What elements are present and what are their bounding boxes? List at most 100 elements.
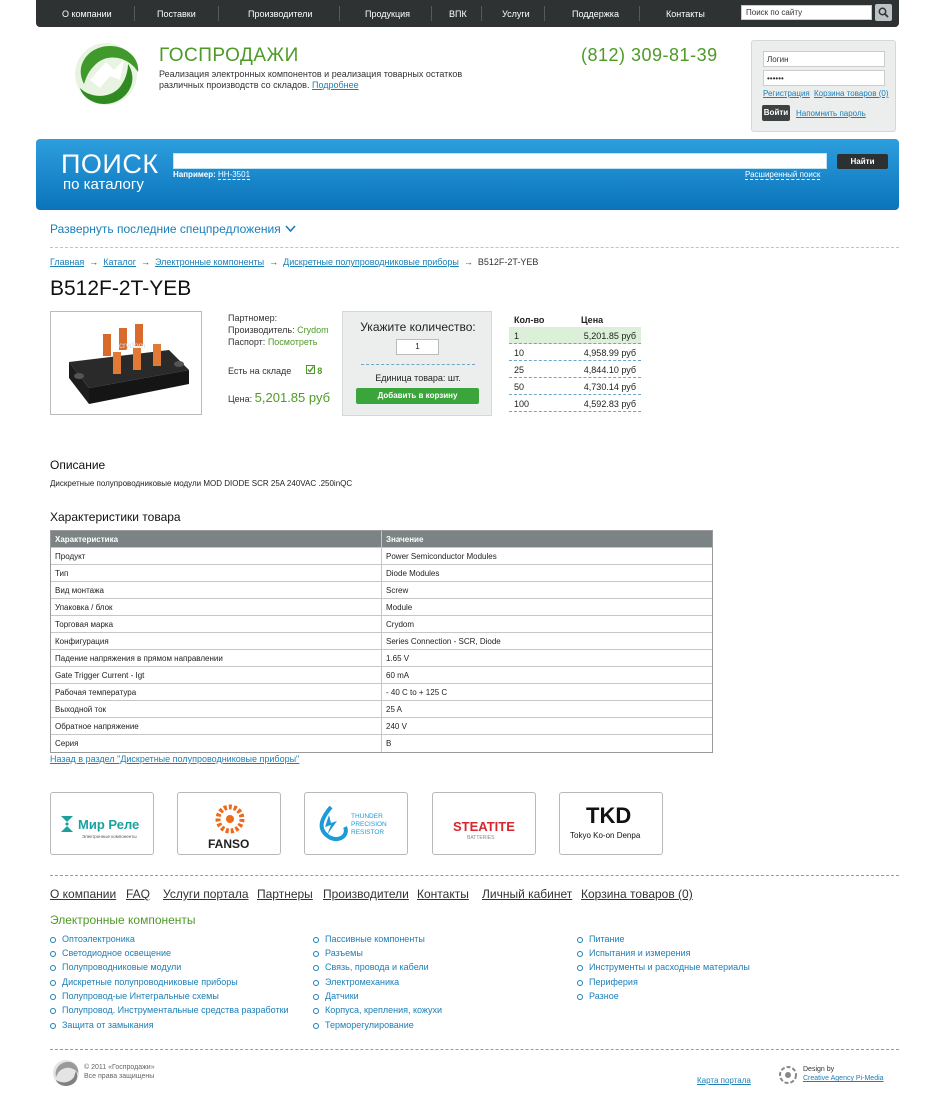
brand-tile-steatite[interactable]: STEATITE BATTERIES	[432, 792, 536, 855]
spec-name: Вид монтажа	[55, 586, 104, 595]
footer-nav-cart[interactable]: Корзина товаров (0)	[581, 887, 693, 901]
forgot-password-link[interactable]: Напомнить пароль	[796, 109, 866, 118]
add-to-cart-button[interactable]: Добавить в корзину	[356, 388, 479, 404]
tier-price: 5,201.85 руб	[583, 331, 636, 341]
site-search-input[interactable]: Поиск по сайту	[741, 5, 872, 20]
footer-link[interactable]: Полупроводниковые модули	[50, 962, 181, 972]
breadcrumb-discrete[interactable]: Дискретные полупроводниковые приборы	[283, 257, 459, 267]
specs-table: Характеристика Значение Продукт Power Semi…	[50, 530, 713, 753]
passport-link[interactable]: Посмотреть	[268, 337, 318, 347]
footer-link[interactable]: Терморегулирование	[313, 1020, 414, 1030]
brand-tile-thunder[interactable]: THUNDER PRECISION RESISTOR	[304, 792, 408, 855]
example-value-link[interactable]: НН-3501	[218, 170, 251, 180]
nav-manufacturers[interactable]: Производители	[248, 9, 312, 19]
price-tier-table: Кол-во Цена 1 5,201.85 руб 10 4,958.99 руб…	[509, 312, 641, 412]
sitemap-link[interactable]: Карта портала	[697, 1076, 751, 1085]
login-input[interactable]	[763, 51, 885, 67]
register-link[interactable]: Регистрация	[763, 89, 810, 98]
design-agency-link[interactable]: Creative Agency Pi-Media	[803, 1075, 884, 1082]
quantity-input[interactable]: 1	[396, 339, 439, 355]
spec-name: Конфигурация	[55, 637, 109, 646]
copyright-line2: Все права защищены	[84, 1073, 155, 1080]
price-tier-row[interactable]: 25 4,844.10 руб	[509, 361, 641, 378]
tier-price: 4,730.14 руб	[583, 382, 636, 392]
nav-services[interactable]: Услуги	[502, 9, 530, 19]
footer-nav-about[interactable]: О компании	[50, 887, 116, 901]
catalog-search-panel: ПОИСК по каталогу Найти Например: НН-350…	[36, 139, 899, 210]
table-row: Gate Trigger Current - Igt 60 mA	[51, 667, 712, 684]
site-search-button[interactable]	[875, 4, 892, 21]
back-to-section-link[interactable]: Назад в раздел "Дискретные полупроводник…	[50, 754, 299, 764]
footer-nav-account[interactable]: Личный кабинет	[482, 887, 572, 901]
footer-link[interactable]: Полупровод. Инструментальные средства ра…	[50, 1005, 289, 1015]
advanced-search-link[interactable]: Расширенный поиск	[745, 170, 821, 180]
footer-link[interactable]: Датчики	[313, 991, 359, 1001]
product-title: B512F-2T-YEB	[50, 277, 192, 300]
price-tier-row[interactable]: 50 4,730.14 руб	[509, 378, 641, 395]
breadcrumb-home[interactable]: Главная	[50, 257, 84, 267]
catalog-search-input[interactable]	[173, 153, 827, 169]
footer-nav-services[interactable]: Услуги портала	[163, 887, 249, 901]
more-link[interactable]: Подробнее	[312, 80, 359, 90]
footer-logo-icon	[53, 1060, 79, 1086]
thunder-line1: THUNDER	[351, 813, 383, 820]
cart-link[interactable]: Корзина товаров (0)	[814, 89, 888, 98]
nav-supplies[interactable]: Поставки	[157, 9, 196, 19]
price-tier-row[interactable]: 10 4,958.99 руб	[509, 344, 641, 361]
footer-link[interactable]: Периферия	[577, 977, 638, 987]
footer-link[interactable]: Корпуса, крепления, кожухи	[313, 1005, 442, 1015]
spec-name: Упаковка / блок	[55, 603, 113, 612]
footer-link[interactable]: Питание	[577, 934, 625, 944]
phone-number: (812) 309-81-39	[581, 45, 718, 65]
nav-divider	[481, 6, 482, 21]
spec-value: 25 A	[386, 705, 403, 714]
footer-nav-manufacturers[interactable]: Производители	[323, 887, 409, 901]
spec-name: Тип	[55, 569, 69, 578]
footer-nav-faq[interactable]: FAQ	[126, 887, 150, 901]
copyright-line1: © 2011 «Госпродажи»	[84, 1064, 155, 1071]
footer-link[interactable]: Испытания и измерения	[577, 948, 690, 958]
arrow-right-icon: →	[89, 257, 99, 267]
nav-contacts[interactable]: Контакты	[666, 9, 705, 19]
footer-link[interactable]: Пассивные компоненты	[313, 934, 425, 944]
design-credit-label: Design by	[803, 1066, 835, 1073]
footer-link[interactable]: Оптоэлектроника	[50, 934, 135, 944]
footer-link[interactable]: Светодиодное освещение	[50, 948, 171, 958]
manufacturer-link[interactable]: Crydom	[297, 325, 329, 335]
price-tier-row[interactable]: 1 5,201.85 руб	[509, 327, 641, 344]
footer-link[interactable]: Электромеханика	[313, 977, 399, 987]
breadcrumb-current: B512F-2T-YEB	[477, 257, 539, 267]
breadcrumb-electronic[interactable]: Электронные компоненты	[155, 257, 264, 267]
price-tier-row[interactable]: 100 4,592.83 руб	[509, 395, 641, 412]
catalog-search-button[interactable]: Найти	[837, 154, 888, 169]
nav-vpk[interactable]: ВПК	[449, 9, 467, 19]
brand-tile-mir-rele[interactable]: Мир Реле Электронные компоненты	[50, 792, 154, 855]
nav-support[interactable]: Поддержка	[572, 9, 619, 19]
nav-about[interactable]: О компании	[62, 9, 112, 19]
footer-link[interactable]: Полупровод-ые Интегральные схемы	[50, 991, 219, 1001]
deals-toggle[interactable]: Развернуть последние спецпредложения	[50, 222, 296, 236]
breadcrumb-catalog[interactable]: Каталог	[103, 257, 136, 267]
password-input[interactable]	[763, 70, 885, 86]
nav-products[interactable]: Продукция	[365, 9, 410, 19]
login-button[interactable]: Войти	[762, 105, 790, 121]
footer-link[interactable]: Защита от замыкания	[50, 1020, 154, 1030]
mir-rele-name: Мир Реле	[78, 817, 139, 832]
footer-link[interactable]: Инструменты и расходные материалы	[577, 962, 750, 972]
product-photo[interactable]: crydom	[50, 311, 202, 415]
price-row: Цена: 5,201.85 руб	[228, 390, 330, 405]
footer-link[interactable]: Связь, провода и кабели	[313, 962, 429, 972]
spec-value: 60 mA	[386, 671, 410, 680]
brand-tile-fanso[interactable]: FANSO	[177, 792, 281, 855]
footer-link[interactable]: Разъемы	[313, 948, 363, 958]
footer-link[interactable]: Разное	[577, 991, 619, 1001]
gosprodazhi-logo-icon[interactable]	[70, 40, 142, 108]
table-row: Падение напряжения в прямом направлении 1…	[51, 650, 712, 667]
footer-nav-partners[interactable]: Партнеры	[257, 887, 313, 901]
price-tier-header: Кол-во Цена	[509, 312, 641, 327]
brand-tile-tkd[interactable]: TKD Tokyo Ko-on Denpa	[559, 792, 663, 855]
footer-nav-contacts[interactable]: Контакты	[417, 887, 469, 901]
table-row: Вид монтажа Screw	[51, 582, 712, 599]
brand-name: ГОСПРОДАЖИ	[159, 45, 299, 66]
footer-link[interactable]: Дискретные полупроводниковые приборы	[50, 977, 238, 987]
